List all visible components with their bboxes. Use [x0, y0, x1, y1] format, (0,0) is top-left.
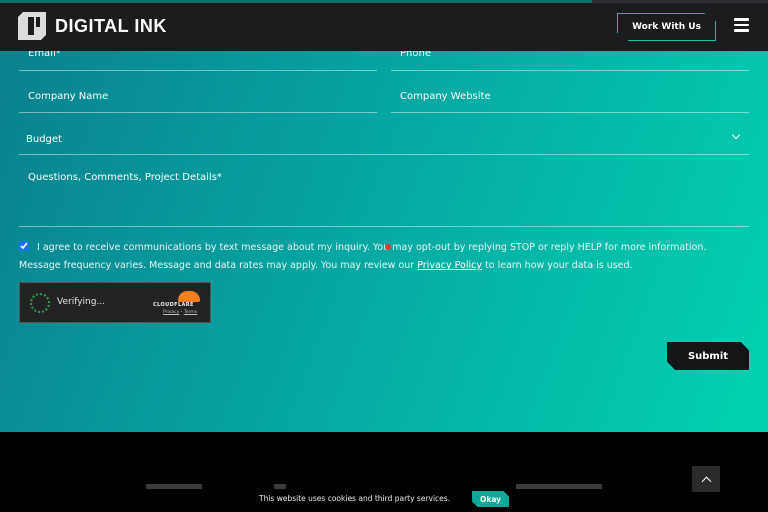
captcha-terms-link[interactable]: Terms — [184, 310, 197, 315]
privacy-policy-link[interactable]: Privacy Policy — [417, 260, 482, 271]
consent-text-end: to learn how your data is used. — [485, 260, 633, 271]
chevron-down-icon — [731, 130, 741, 140]
questions-placeholder: Questions, Comments, Project Details* — [28, 172, 222, 183]
sms-consent: I agree to receive communications by tex… — [19, 239, 749, 275]
contact-form-section: Email* Phone Company Name Company Websit… — [0, 0, 768, 432]
captcha-links: Privacy · Terms — [163, 310, 197, 315]
company-website-placeholder: Company Website — [400, 91, 491, 102]
site-header: DIGITAL INK Work With Us — [0, 0, 768, 51]
brand-name: DIGITAL INK — [55, 15, 167, 36]
questions-textarea[interactable]: Questions, Comments, Project Details* — [19, 162, 749, 227]
captcha-separator: · — [180, 310, 183, 315]
cursor-dot — [385, 244, 391, 250]
captcha-status: Verifying... — [57, 297, 106, 307]
consent-checkbox[interactable] — [19, 241, 29, 251]
cloudflare-logo-icon — [178, 291, 200, 302]
captcha-privacy-link[interactable]: Privacy — [163, 310, 179, 315]
header-accent-line-right — [592, 0, 768, 3]
cookie-message: This website uses cookies and third part… — [259, 494, 451, 503]
company-website-field[interactable]: Company Website — [391, 78, 749, 113]
footer-heading-placeholder — [146, 484, 202, 489]
site-logo[interactable]: DIGITAL INK — [18, 12, 167, 40]
captcha-provider: CLOUDFLARE — [153, 302, 194, 308]
submit-button[interactable]: Submit — [667, 342, 749, 370]
cloudflare-captcha[interactable]: Verifying... CLOUDFLARE Privacy · Terms — [19, 282, 211, 323]
scroll-to-top-button[interactable] — [692, 466, 720, 492]
company-name-placeholder: Company Name — [28, 91, 109, 102]
hamburger-menu-icon[interactable] — [734, 18, 749, 32]
work-with-us-button[interactable]: Work With Us — [617, 13, 716, 41]
budget-label: Budget — [26, 134, 62, 145]
header-accent-line — [0, 0, 592, 3]
footer-heading-placeholder — [516, 484, 602, 489]
company-name-field[interactable]: Company Name — [19, 78, 377, 113]
budget-select[interactable]: Budget — [19, 122, 749, 155]
chevron-up-icon — [701, 476, 711, 486]
footer-heading-placeholder — [274, 484, 286, 489]
spinner-icon — [30, 293, 50, 313]
cookie-okay-button[interactable]: Okay — [472, 491, 509, 507]
logo-icon — [18, 12, 46, 40]
